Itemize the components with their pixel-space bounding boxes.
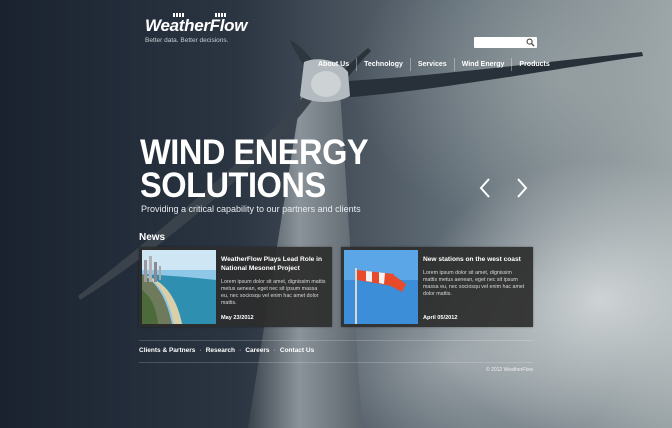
news-excerpt: Lorem ipsum dolor sit amet, dignissim ma… bbox=[423, 270, 525, 297]
news-title[interactable]: New stations on the west coast bbox=[423, 255, 527, 264]
nav-item-about-us[interactable]: About Us bbox=[311, 58, 358, 71]
chevron-right-icon[interactable] bbox=[515, 178, 529, 198]
copyright-text: © 2012 WeatherFlow bbox=[486, 367, 533, 373]
footer-divider-top bbox=[139, 340, 533, 341]
footer-link-contact-us[interactable]: Contact Us bbox=[280, 347, 314, 354]
nav-item-wind-energy[interactable]: Wind Energy bbox=[455, 58, 513, 71]
news-date: May 23/2012 bbox=[221, 315, 254, 321]
chevron-left-icon[interactable] bbox=[478, 178, 492, 198]
news-excerpt: Lorem ipsum dolor sit amet, dignissim ma… bbox=[221, 279, 326, 306]
news-image-windsock bbox=[344, 250, 418, 324]
news-date: April 05/2012 bbox=[423, 315, 458, 321]
news-card-body: New stations on the west coast Lorem ips… bbox=[423, 255, 527, 323]
logo-dots-decoration bbox=[173, 13, 227, 17]
brand-tagline: Better data. Better decisions. bbox=[145, 37, 229, 44]
nav-item-products[interactable]: Products bbox=[512, 58, 556, 71]
news-title[interactable]: WeatherFlow Plays Lead Role in National … bbox=[221, 255, 326, 273]
hero-subtitle: Providing a critical capability to our p… bbox=[141, 204, 361, 214]
search-input[interactable] bbox=[476, 37, 524, 48]
footer-divider-bottom bbox=[139, 362, 533, 363]
footer-link-careers[interactable]: Careers bbox=[245, 347, 269, 354]
footer-separator: · bbox=[273, 347, 276, 354]
hero-title-line-2: SOLUTIONS bbox=[140, 166, 326, 205]
nav-item-services[interactable]: Services bbox=[411, 58, 455, 71]
news-card-body: WeatherFlow Plays Lead Role in National … bbox=[221, 255, 326, 323]
footer-nav: Clients & Partners · Research · Careers … bbox=[139, 347, 314, 354]
news-image-coastline bbox=[142, 250, 216, 324]
footer-link-clients-partners[interactable]: Clients & Partners bbox=[139, 347, 195, 354]
search-box bbox=[474, 37, 537, 48]
hero-title-line-1: WIND ENERGY bbox=[140, 133, 369, 172]
footer-separator: · bbox=[238, 347, 242, 354]
nav-item-technology[interactable]: Technology bbox=[357, 58, 411, 71]
footer-link-research[interactable]: Research bbox=[206, 347, 235, 354]
brand-name: WeatherFlow bbox=[145, 16, 248, 35]
main-nav: About Us Technology Services Wind Energy… bbox=[311, 58, 557, 71]
search-icon[interactable] bbox=[526, 38, 535, 47]
news-card[interactable]: WeatherFlow Plays Lead Role in National … bbox=[139, 247, 332, 327]
footer-separator: · bbox=[199, 347, 202, 354]
news-card[interactable]: New stations on the west coast Lorem ips… bbox=[341, 247, 533, 327]
brand-logo[interactable]: WeatherFlow Better data. Better decision… bbox=[145, 13, 248, 44]
hero-title: WIND ENERGY SOLUTIONS bbox=[140, 133, 369, 205]
news-heading: News bbox=[139, 232, 166, 243]
